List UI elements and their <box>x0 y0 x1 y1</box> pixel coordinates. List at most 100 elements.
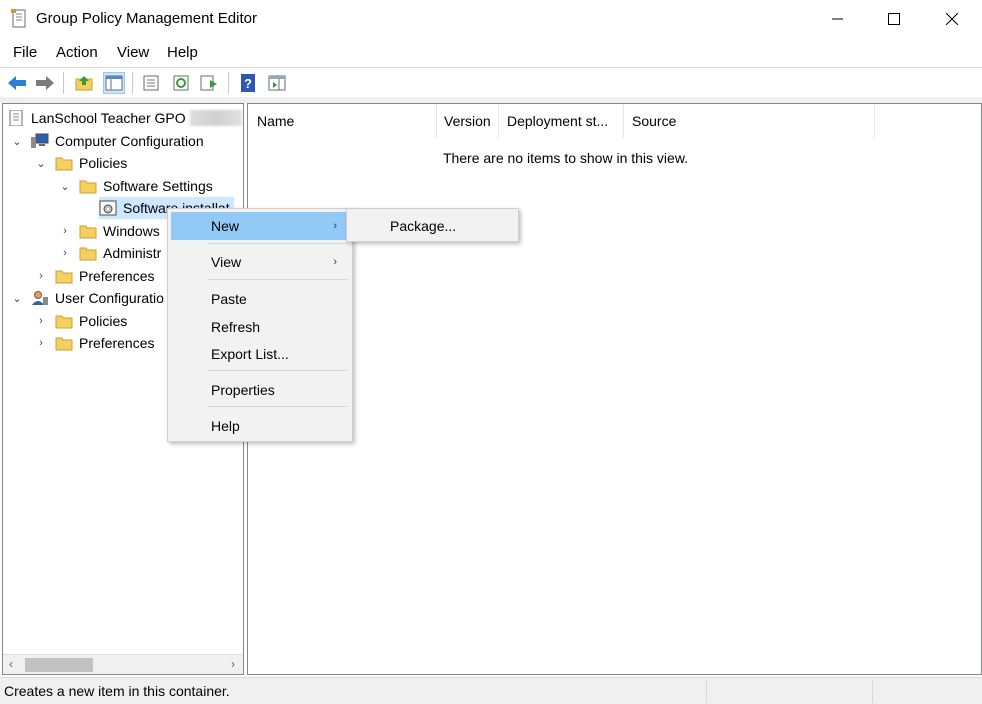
chevron-right-icon[interactable]: › <box>59 247 71 259</box>
show-hide-console-tree-button[interactable] <box>103 72 125 94</box>
show-hide-tree-icon <box>105 75 123 91</box>
tree-item-label: Administr <box>103 245 162 261</box>
context-menu-refresh[interactable]: Refresh <box>171 313 349 341</box>
context-menu: New › View › Paste Refresh Export List..… <box>167 208 353 442</box>
folder-icon <box>55 268 73 284</box>
chevron-down-icon[interactable]: ⌄ <box>11 292 23 305</box>
context-menu-paste[interactable]: Paste <box>171 285 349 313</box>
chevron-right-icon[interactable]: › <box>35 270 47 282</box>
menu-separator <box>208 279 348 280</box>
submenu-package[interactable]: Package... <box>350 212 515 240</box>
maximize-icon <box>888 13 900 25</box>
tree-horizontal-scrollbar[interactable]: ‹ › <box>3 654 243 674</box>
user-icon <box>31 290 49 306</box>
tree-item-cc-policies[interactable]: ⌄ Policies <box>35 152 127 174</box>
close-button[interactable] <box>924 0 980 38</box>
status-text: Creates a new item in this container. <box>4 683 230 699</box>
tree-item-label: Computer Configuration <box>55 133 204 149</box>
folder-icon <box>55 335 73 351</box>
toolbar-separator <box>228 72 229 94</box>
help-button[interactable]: ? <box>237 72 259 94</box>
export-list-button[interactable] <box>198 72 220 94</box>
tree-item-gpo-root[interactable]: LanSchool Teacher GPO <box>7 107 242 129</box>
tree-item-cc-preferences[interactable]: › Preferences <box>35 265 154 287</box>
column-header-deployment-state[interactable]: Deployment st... <box>499 104 624 138</box>
tree-item-label: Policies <box>79 313 128 329</box>
up-folder-icon <box>75 76 93 91</box>
toolbar: ? <box>0 67 982 97</box>
chevron-right-icon[interactable]: › <box>35 337 47 349</box>
tree-item-label: LanSchool Teacher GPO <box>31 110 186 126</box>
show-hide-action-pane-button[interactable] <box>266 72 288 94</box>
refresh-button[interactable] <box>170 72 192 94</box>
window-title: Group Policy Management Editor <box>36 10 257 27</box>
redacted-domain-blur <box>189 110 242 126</box>
menu-help[interactable]: Help <box>167 44 198 61</box>
forward-button[interactable] <box>34 72 56 94</box>
scroll-left-icon[interactable]: ‹ <box>9 657 13 671</box>
minimize-icon <box>832 18 843 20</box>
menu-action[interactable]: Action <box>56 44 98 61</box>
status-panel <box>706 680 872 703</box>
empty-list-message: There are no items to show in this view. <box>442 150 689 166</box>
back-button[interactable] <box>6 72 28 94</box>
column-header-name[interactable]: Name <box>248 104 437 138</box>
chevron-right-icon[interactable]: › <box>35 315 47 327</box>
context-menu-new[interactable]: New › <box>171 212 349 240</box>
tree-item-label: User Configuratio <box>55 290 164 306</box>
svg-text:?: ? <box>244 76 252 91</box>
status-bar: Creates a new item in this container. <box>0 677 982 704</box>
up-one-level-button[interactable] <box>73 72 95 94</box>
menu-file[interactable]: File <box>13 44 37 61</box>
menu-item-label: New <box>211 218 240 234</box>
chevron-down-icon[interactable]: ⌄ <box>59 180 71 193</box>
folder-icon <box>79 178 97 194</box>
gpo-document-icon <box>7 109 25 127</box>
menu-view[interactable]: View <box>117 44 149 61</box>
maximize-button[interactable] <box>866 0 922 38</box>
title-bar: Group Policy Management Editor <box>0 0 982 38</box>
folder-icon <box>55 313 73 329</box>
show-hide-action-pane-icon <box>268 75 286 91</box>
submenu-arrow-icon: › <box>333 220 337 232</box>
chevron-down-icon[interactable]: ⌄ <box>35 157 47 170</box>
gpo-editor-app-icon <box>11 9 27 28</box>
tree-item-label: Policies <box>79 155 128 171</box>
tree-item-user-configuration[interactable]: ⌄ User Configuratio <box>11 287 164 309</box>
minimize-button[interactable] <box>810 0 866 38</box>
properties-button[interactable] <box>140 72 162 94</box>
tree-item-windows-settings[interactable]: › Windows <box>59 220 160 242</box>
refresh-icon <box>173 75 189 91</box>
menu-separator <box>208 370 348 371</box>
computer-icon <box>31 133 49 149</box>
tree-item-administrative-templates[interactable]: › Administr <box>59 242 161 264</box>
scrollbar-thumb[interactable] <box>25 658 93 672</box>
tree-item-software-settings[interactable]: ⌄ Software Settings <box>59 175 212 197</box>
tree-item-label: Windows <box>103 223 160 239</box>
toolbar-separator <box>132 72 133 94</box>
scroll-right-icon[interactable]: › <box>231 657 235 671</box>
toolbar-separator <box>63 72 64 94</box>
software-installation-icon <box>99 200 117 216</box>
menu-separator <box>208 243 348 244</box>
folder-icon <box>79 245 97 261</box>
details-list-view[interactable]: Name Version Deployment st... Source The… <box>247 103 982 675</box>
column-header-version[interactable]: Version <box>437 104 499 138</box>
back-arrow-icon <box>8 76 26 90</box>
chevron-right-icon[interactable]: › <box>59 225 71 237</box>
menu-item-label: View <box>211 254 242 270</box>
column-header-source[interactable]: Source <box>624 104 875 138</box>
context-menu-view[interactable]: View › <box>171 248 349 276</box>
folder-icon <box>79 223 97 239</box>
chevron-down-icon[interactable]: ⌄ <box>11 135 23 148</box>
tree-item-label: Preferences <box>79 335 155 351</box>
context-menu-properties[interactable]: Properties <box>171 376 349 404</box>
help-icon: ? <box>241 74 255 92</box>
context-menu-export-list[interactable]: Export List... <box>171 340 349 368</box>
forward-arrow-icon <box>36 76 54 90</box>
properties-icon <box>143 75 159 91</box>
tree-item-uc-preferences[interactable]: › Preferences <box>35 332 154 354</box>
tree-item-uc-policies[interactable]: › Policies <box>35 310 127 332</box>
context-menu-help[interactable]: Help <box>171 412 349 440</box>
tree-item-computer-configuration[interactable]: ⌄ Computer Configuration <box>11 130 204 152</box>
